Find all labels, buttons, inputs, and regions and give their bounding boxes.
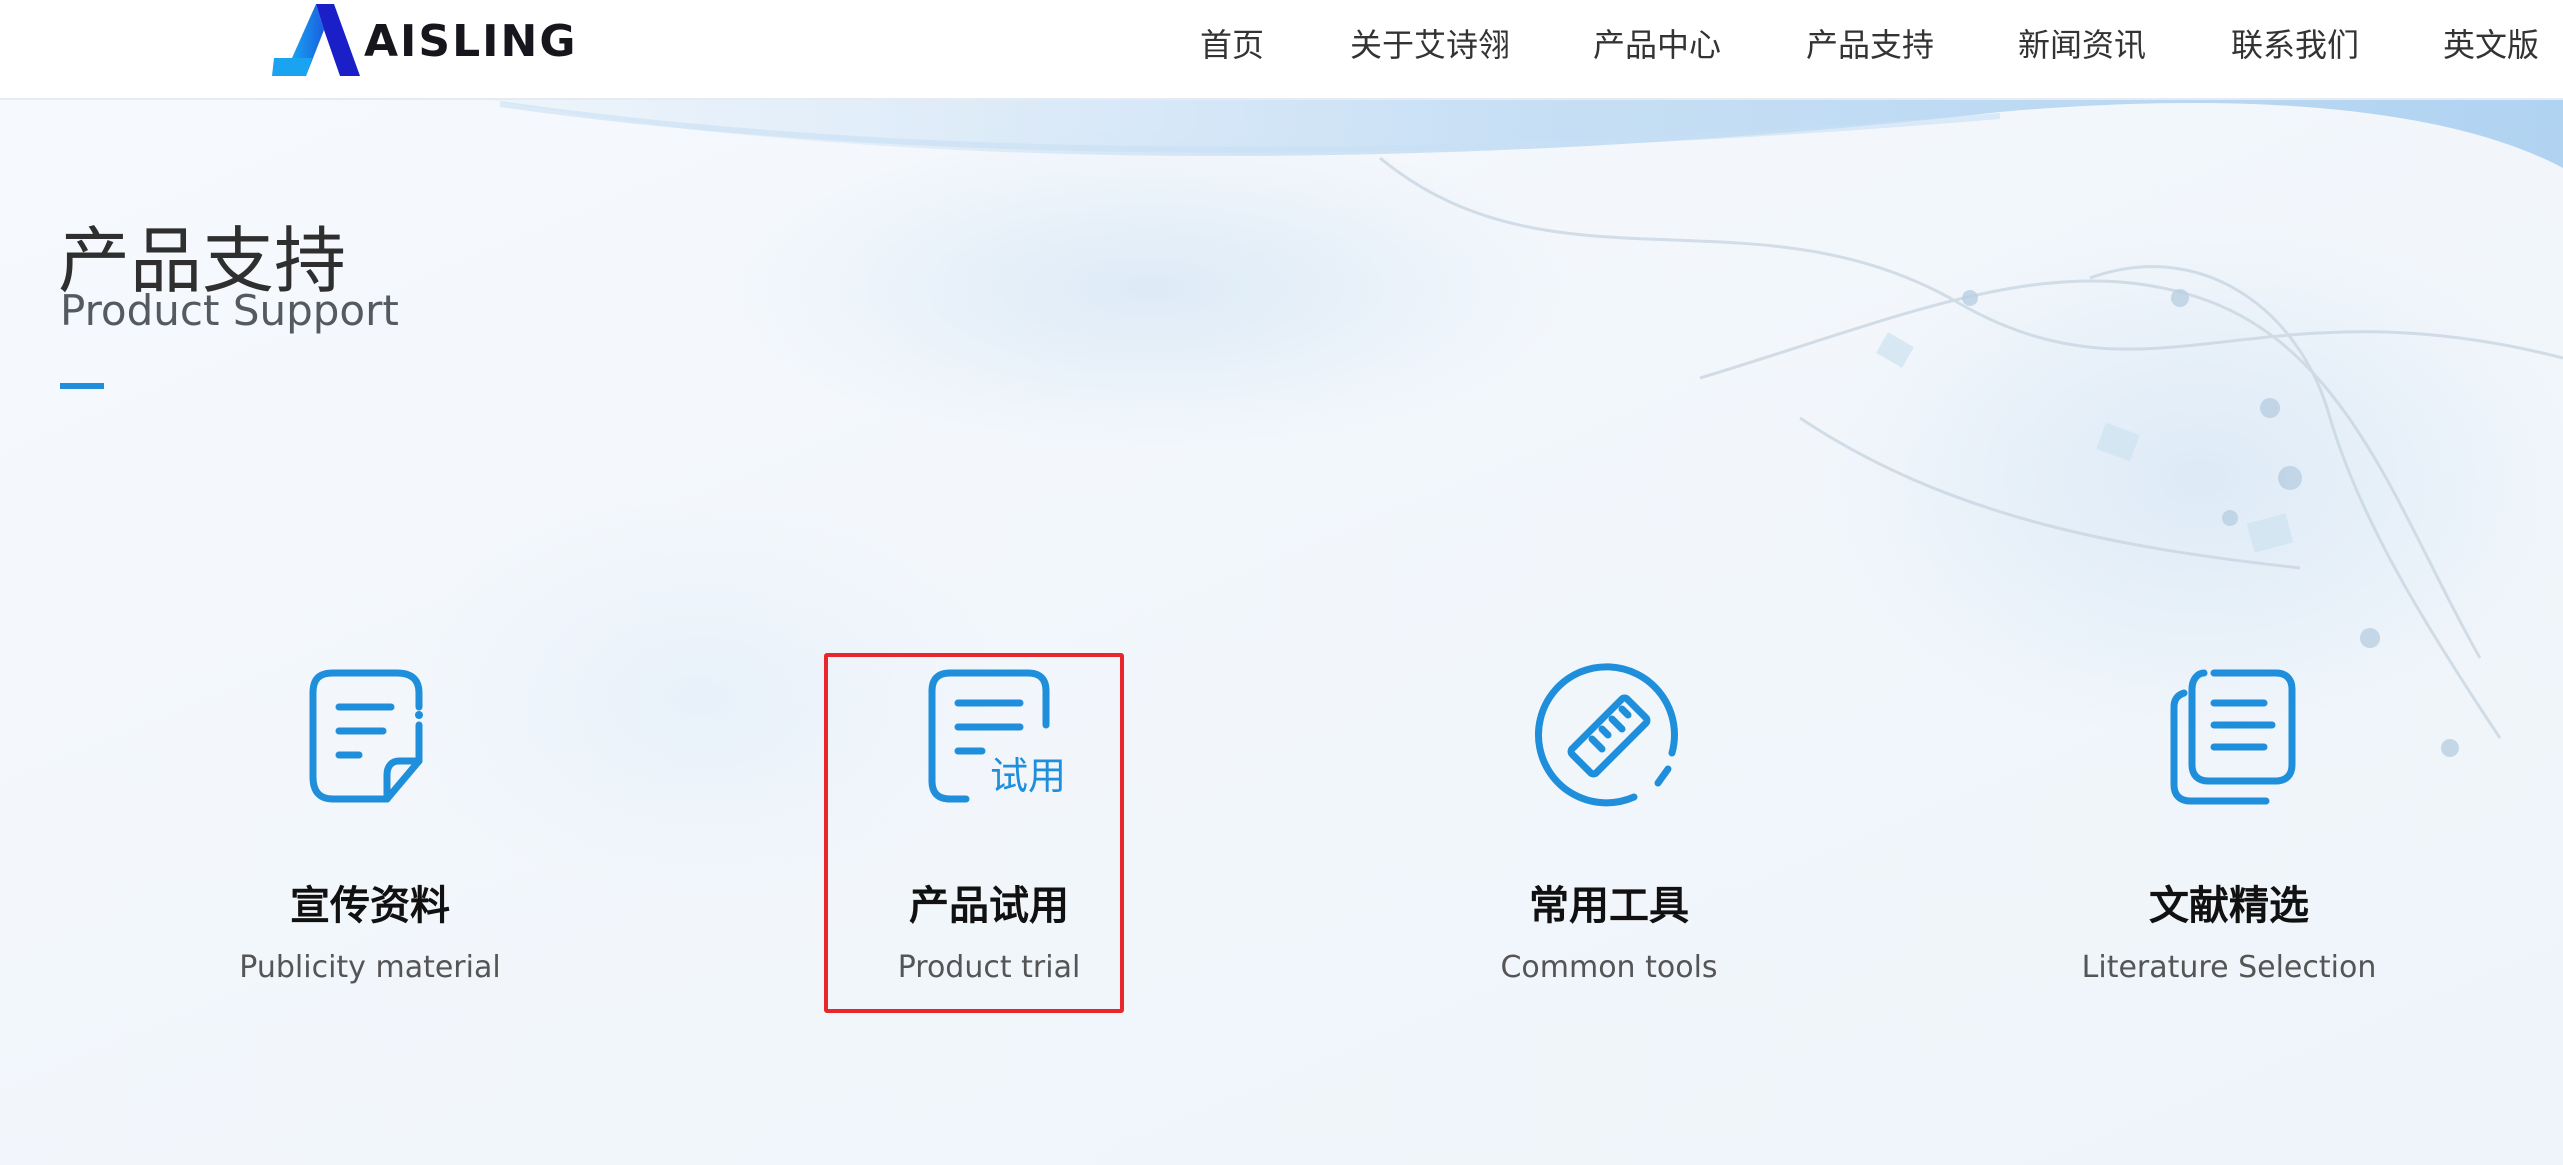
card-subtitle: Literature Selection	[2081, 950, 2377, 985]
card-title: 产品试用	[909, 883, 1069, 929]
nav-item-contact[interactable]: 联系我们	[2231, 20, 2359, 66]
card-title: 宣传资料	[290, 883, 450, 929]
nav-item-support[interactable]: 产品支持	[1806, 20, 1934, 66]
site-header: AISLING 首页 关于艾诗翎 产品中心 产品支持 新闻资讯 联系我们 英文版	[0, 0, 2563, 100]
nav-item-about[interactable]: 关于艾诗翎	[1350, 20, 1510, 66]
nav-item-home[interactable]: 首页	[1200, 20, 1264, 66]
card-literature-selection[interactable]: 文献精选 Literature Selection	[2079, 553, 2379, 985]
main-nav: 首页 关于艾诗翎 产品中心 产品支持 新闻资讯 联系我们 英文版	[0, 0, 2563, 86]
document-icon	[309, 669, 423, 803]
trial-document-icon: 试用	[928, 669, 1064, 803]
card-subtitle: Common tools	[1500, 950, 1718, 985]
ruler-icon	[1534, 663, 1678, 807]
card-publicity-material[interactable]: 宣传资料 Publicity material	[220, 553, 520, 985]
card-title: 常用工具	[1529, 883, 1689, 929]
documents-stack-icon	[2170, 669, 2296, 805]
card-product-trial[interactable]: 试用 产品试用 Product trial	[839, 553, 1139, 985]
nav-item-english[interactable]: 英文版	[2443, 20, 2539, 66]
nav-item-products[interactable]: 产品中心	[1593, 20, 1721, 66]
card-common-tools[interactable]: 常用工具 Common tools	[1459, 553, 1759, 985]
trial-icon-text: 试用	[990, 754, 1064, 798]
page-subtitle: Product Support	[60, 286, 399, 335]
title-accent-bar	[60, 383, 104, 389]
card-subtitle: Publicity material	[239, 950, 501, 985]
card-title: 文献精选	[2149, 883, 2309, 929]
nav-item-news[interactable]: 新闻资讯	[2018, 20, 2146, 66]
card-subtitle: Product trial	[897, 950, 1081, 985]
